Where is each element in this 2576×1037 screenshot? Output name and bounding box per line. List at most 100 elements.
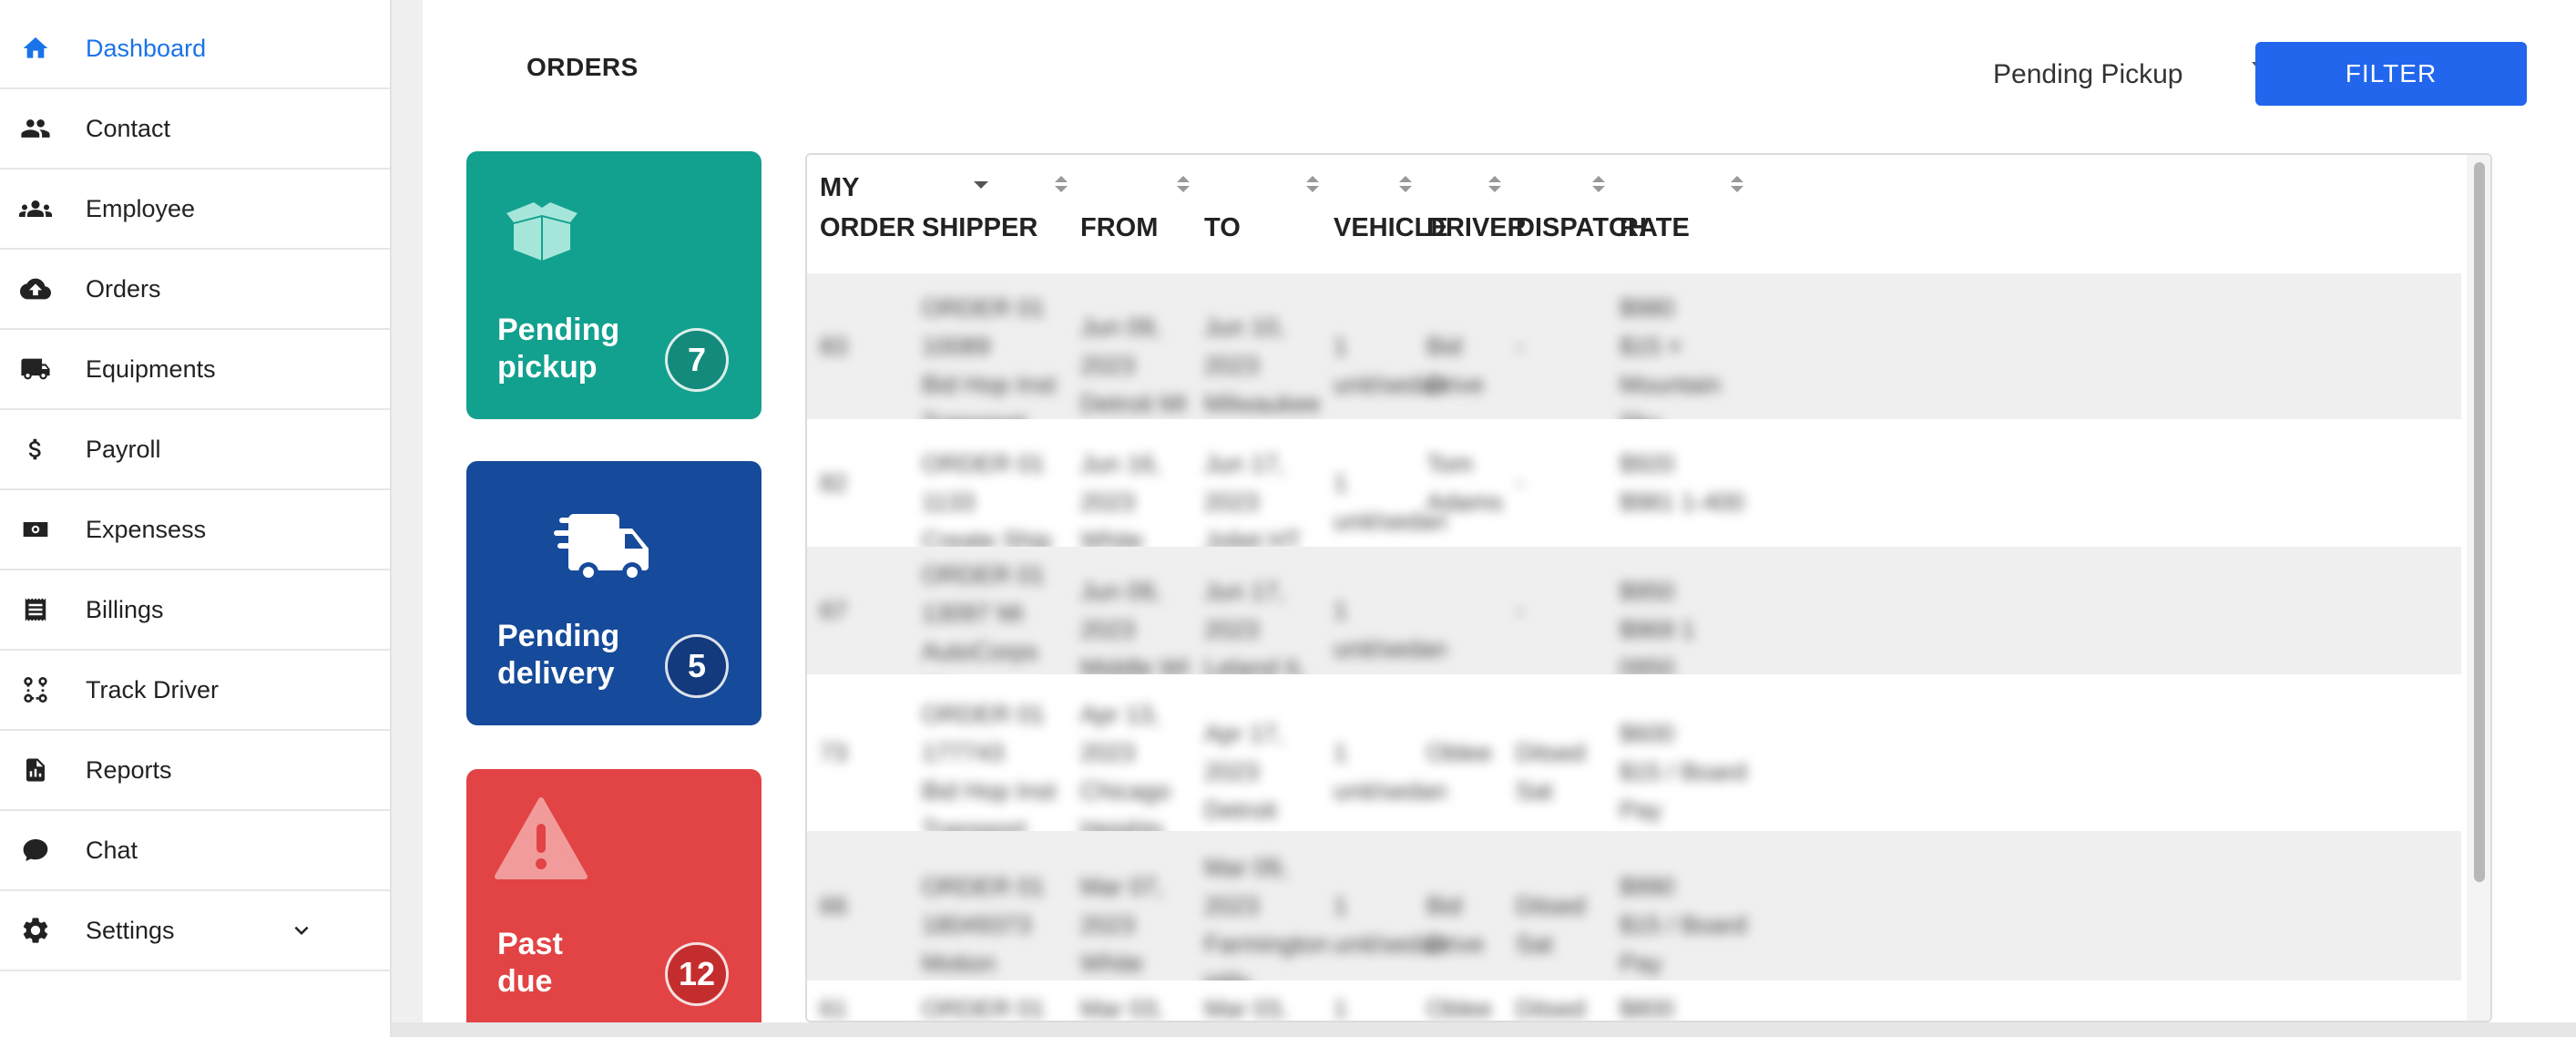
table-cell: ORDER 01 177743 Bid Hop Inst Transport (922, 701, 1057, 843)
sidebar-item-label: Reports (86, 755, 172, 784)
column-header[interactable]: FROM (1068, 155, 1191, 273)
table-cell: 1 unit/sedan (1334, 995, 1348, 1022)
table-cell: $990 $15 / Board Pay (1620, 873, 1747, 977)
table-cell: Apr 17, 2023 Detroit (1204, 720, 1284, 824)
table-cell: 1 unit/sedan (1334, 333, 1447, 398)
open-box-icon (497, 195, 587, 269)
count-badge: 12 (665, 942, 729, 1006)
table-cell: Jun 09, 2023 Middle WI (1080, 578, 1191, 682)
table-cell: ORDER 01 1991 (922, 995, 1046, 1022)
table-cell: Ditsed Sat (1516, 995, 1586, 1022)
sidebar-item-label: Track Driver (86, 675, 219, 703)
past-due-card[interactable]: Past due 12 (466, 769, 762, 1033)
sidebar-item-equipments[interactable]: Equipments (0, 330, 390, 410)
table-cell: ORDER 01 1133 Create Ship (922, 450, 1052, 554)
dollar-icon (18, 432, 53, 467)
sidebar-item-label: Equipments (86, 354, 216, 383)
status-select[interactable]: Pending Pickup (1993, 55, 2266, 95)
table-cell: - (1516, 469, 1524, 497)
table-row[interactable]: 67ORDER 01 13097 Mi AutoCorps Kin Dispat… (807, 547, 2461, 742)
truck-icon (18, 352, 53, 386)
sort-icon (1304, 173, 1321, 195)
table-cell: 61 (820, 995, 848, 1022)
sidebar-item-label: Expensess (86, 515, 207, 543)
sidebar-item-label: Dashboard (86, 34, 207, 62)
cloud-upload-icon (18, 272, 53, 306)
sidebar-item-track-driver[interactable]: Track Driver (0, 651, 390, 731)
column-header[interactable]: TO (1191, 155, 1321, 273)
table-cell: Bid Drive (1426, 892, 1485, 958)
table-cell: Jun 17, 2023 Joliet HT (1204, 450, 1302, 554)
table-row[interactable]: 61 ORDER 01 1991 Mar 03, 2023 Mar 03, 2023 1… (807, 981, 2461, 1022)
sidebar-item-contact[interactable]: Contact (0, 89, 390, 169)
table-cell: 82 (820, 469, 848, 497)
filter-button[interactable]: FILTER (2255, 42, 2527, 106)
sidebar-item-label: Chat (86, 836, 138, 864)
pending-delivery-card[interactable]: Pending delivery 5 (466, 461, 762, 725)
orders-table: MY ORDER SHIPPER FROM TO VEHICLE DRIVER DISPAT… (805, 153, 2492, 1022)
sidebar-item-employee[interactable]: Employee (0, 169, 390, 250)
delivery-truck-icon (554, 507, 656, 591)
sort-icon (1729, 173, 1745, 195)
sidebar-item-payroll[interactable]: Payroll (0, 410, 390, 490)
sidebar-item-dashboard[interactable]: Dashboard (0, 9, 390, 89)
table-row[interactable]: 83ORDER 01 10089 Bid Hop Inst TransportJ… (807, 273, 2461, 456)
card-label: Pending delivery (497, 619, 620, 691)
scrollbar-thumb[interactable] (2474, 162, 2485, 882)
pending-pickup-card[interactable]: Pending pickup 7 (466, 151, 762, 419)
sidebar-item-label: Employee (86, 194, 196, 222)
table-row[interactable]: 82 ORDER 01 1133 Create Ship Jun 16, 2023 … (807, 419, 2461, 592)
warning-icon (494, 796, 588, 885)
horizontal-scrollbar[interactable] (392, 1022, 2576, 1037)
table-row[interactable]: 66 ORDER 01 18049373 Motion Mar 07, 2023 W… (807, 831, 2461, 1021)
route-icon (18, 673, 53, 707)
card-label: Past due (497, 927, 563, 999)
receipt-icon (18, 592, 53, 627)
column-header-label: MY ORDER (820, 173, 915, 242)
column-header-label: RATE (1620, 213, 1690, 242)
sidebar-item-reports[interactable]: Reports (0, 731, 390, 811)
column-header[interactable]: DRIVER (1414, 155, 1527, 273)
table-cell: $600 $15 / Board Pay (1620, 720, 1747, 824)
sidebar-item-expensess[interactable]: Expensess (0, 490, 390, 570)
column-header[interactable]: MY ORDER (807, 155, 988, 273)
count-badge: 5 (665, 634, 729, 698)
table-cell: Bid Drive (1426, 333, 1485, 398)
table-cell: - (1516, 597, 1524, 624)
status-select-value: Pending Pickup (1993, 59, 2183, 89)
table-cell: 83 (820, 333, 848, 360)
sidebar-item-label: Payroll (86, 435, 161, 463)
chat-icon (18, 833, 53, 868)
column-header-label: TO (1204, 213, 1241, 242)
money-icon (18, 512, 53, 547)
table-cell: 1 unit/sedan (1334, 739, 1447, 805)
sidebar-item-orders[interactable]: Orders (0, 250, 390, 330)
column-header[interactable]: SHIPPER (909, 155, 1068, 273)
table-cell: Mar 03, 2023 (1204, 995, 1288, 1022)
home-icon (18, 31, 53, 66)
sort-icon (1487, 173, 1503, 195)
table-cell: Tom Adams (1426, 450, 1504, 516)
table-scrollbar[interactable] (2467, 155, 2490, 1021)
table-cell: $920 $981 1-400 (1620, 450, 1744, 516)
sidebar-item-settings[interactable]: Settings (0, 891, 390, 971)
sidebar-item-chat[interactable]: Chat (0, 811, 390, 891)
table-cell: Oblee (1426, 995, 1493, 1022)
table-cell: 67 (820, 597, 848, 624)
column-header[interactable]: VEHICLE (1321, 155, 1448, 273)
main-content: ORDERS Pending Pickup FILTER Pending pic… (423, 0, 2576, 1033)
sidebar-item-billings[interactable]: Billings (0, 570, 390, 651)
column-header[interactable]: RATE (1607, 155, 1753, 273)
sidebar-item-label: Contact (86, 114, 171, 142)
table-cell: Ditsed Sat (1516, 739, 1586, 805)
table-cell: 1 unit/sedan (1334, 597, 1447, 662)
sidebar-item-label: Orders (86, 274, 161, 303)
chevron-down-icon[interactable] (288, 917, 315, 944)
table-cell: 1 unit/sedan (1334, 892, 1447, 958)
group-icon (18, 191, 53, 226)
column-header[interactable]: DISPATCH (1503, 155, 1647, 273)
sidebar-item-label: Settings (86, 916, 175, 944)
report-icon (18, 753, 53, 787)
table-cell: 73 (820, 739, 848, 766)
table-row[interactable]: 73 ORDER 01 177743 Bid Hop Inst Transport… (807, 674, 2461, 881)
